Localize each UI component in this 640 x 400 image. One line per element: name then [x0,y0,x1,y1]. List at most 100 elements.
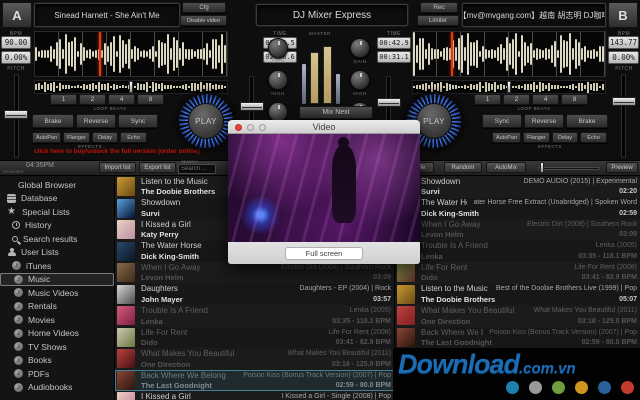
deck-a-brake-button[interactable]: Brake [32,114,74,128]
channel-a-mid-knob[interactable] [268,102,288,122]
sidebar-item-user-lists[interactable]: User Lists [0,246,114,260]
track-row[interactable]: Trouble Is A FriendLenka (2005)Lenka03:3… [395,241,640,263]
track-artist: The Doobie Brothers [421,295,495,304]
volume-slider-thumb[interactable] [540,162,544,173]
deck-b-autopan-button[interactable]: AutoPan [492,132,521,143]
sidebar-item-home-videos[interactable]: ♪Home Videos [0,327,114,341]
maximize-icon[interactable] [259,124,266,131]
random-button[interactable]: Random [444,162,482,173]
deck-a-autopan-button[interactable]: AutoPan [32,132,61,143]
deck-a-loop-1[interactable]: 1 [50,94,77,105]
channel-a-high-knob[interactable] [268,70,288,90]
album-art [117,349,135,368]
sidebar-item-rentals[interactable]: ♪Rentals [0,300,114,314]
sidebar-item-books[interactable]: ♪Books [0,354,114,368]
deck-b-echo-button[interactable]: Echo [580,132,607,143]
track-row[interactable]: When I Go AwayElectric Dirt (2009) | Sou… [115,262,394,284]
mix-next-button[interactable]: Mix Next [299,106,373,119]
track-row[interactable]: ShowdownDEMO AUDIO (2015) | Experimental… [395,176,640,198]
deck-b-loop-1[interactable]: 1 [474,94,501,105]
track-row[interactable]: Trouble Is A FriendLenka (2005)Lenka03:3… [115,305,394,327]
cfg-button[interactable]: Cfg [182,2,226,13]
deck-b-reverse-button[interactable]: Reverse [524,114,564,128]
import-list-button[interactable]: Import list [99,162,136,173]
disable-video-button[interactable]: Disable video [180,15,227,26]
deck-a-sync-button[interactable]: Sync [118,114,158,128]
deck-a-delay-button[interactable]: Delay [92,132,118,143]
deck-a-loop-4[interactable]: 4 [108,94,135,105]
close-icon[interactable] [235,124,242,131]
deck-a-play-button[interactable]: PLAY [188,103,224,139]
channel-a-gain-knob[interactable] [268,38,288,58]
sidebar-item-label: Music Videos [28,288,78,298]
deck-a-loop-2[interactable]: 2 [79,94,106,105]
sidebar-item-music[interactable]: ♪Music [0,273,114,287]
track-row[interactable]: What Makes You BeautifulWhat Makes You B… [395,305,640,327]
sidebar-item-label: Home Videos [28,328,79,338]
minimize-icon[interactable] [247,124,254,131]
track-row[interactable]: Back Where We BelongPoison Kiss (Bonus T… [395,327,640,349]
sidebar-item-special-lists[interactable]: ★Special Lists [0,205,114,219]
star-icon: ★ [7,207,17,216]
sidebar-item-movies[interactable]: ♪Movies [0,313,114,327]
deck-a-jog-wheel[interactable]: PLAY [177,92,235,150]
deck-a-echo-button[interactable]: Echo [120,132,147,143]
export-list-button[interactable]: Export list [139,162,176,173]
deck-a-reverse-button[interactable]: Reverse [76,114,116,128]
sidebar-item-audiobooks[interactable]: ♪Audiobooks [0,381,114,395]
video-window-titlebar[interactable]: Video [228,120,420,134]
deck-b-loop-8[interactable]: 8 [561,94,588,105]
fullscreen-button[interactable]: Full screen [285,247,363,260]
album-art [397,328,415,347]
track-row[interactable]: I Kissed a GirlI Kissed a Girl - Single … [115,391,394,400]
channel-b-high-knob[interactable] [350,70,370,90]
deck-b-pitch-slider[interactable] [621,74,626,158]
sidebar-item-database[interactable]: Database [0,192,114,206]
channel-a-volume-handle[interactable] [240,102,264,111]
track-row[interactable]: DaughtersDaughters - EP (2004) | RockJoh… [115,284,394,306]
deck-a-flanger-button[interactable]: Flanger [63,132,90,143]
track-row[interactable]: Life For RentLife For Rent (2008)Dido03:… [395,262,640,284]
sidebar-item-history[interactable]: History [0,219,114,233]
track-row[interactable]: Back Where We BelongPoison Kiss (Bonus T… [115,370,394,392]
deck-b-brake-button[interactable]: Brake [566,114,608,128]
deck-b-play-button[interactable]: PLAY [416,103,452,139]
track-row[interactable]: When I Go AwayElectric Dirt (2009) | Sou… [395,219,640,241]
sidebar-item-itunes[interactable]: ♪iTunes [0,259,114,273]
deck-b-flanger-button[interactable]: Flanger [523,132,550,143]
preview-button[interactable]: Preview [606,162,638,173]
sidebar-item-search-results[interactable]: Search results [0,232,114,246]
deck-a-loop-8[interactable]: 8 [137,94,164,105]
watermark-dot [529,381,542,394]
track-row[interactable]: What Makes You BeautifulWhat Makes You B… [115,348,394,370]
channel-b-volume-handle[interactable] [377,98,401,107]
sidebar-item-music-videos[interactable]: ♪Music Videos [0,286,114,300]
track-row[interactable]: The Water Horse: Free Extractater Horse … [395,198,640,220]
deck-b-loop-2[interactable]: 2 [503,94,530,105]
sidebar-item-global-browser[interactable]: Global Browser [0,178,114,192]
track-duration: 02:20 [619,188,637,195]
search-input[interactable] [178,164,216,174]
deck-b-delay-button[interactable]: Delay [552,132,578,143]
track-row[interactable]: Listen to the Music (Live)Best of the Do… [395,284,640,306]
deck-b-loop-4[interactable]: 4 [532,94,559,105]
limiter-button[interactable]: Limiter [417,15,459,26]
deck-b-waveform[interactable] [412,31,606,77]
track-row[interactable]: Life For RentLife For Rent (2008)Dido03:… [115,327,394,349]
knob-label-high: HIGH [345,91,375,96]
trial-notice-link[interactable]: click here to buy/unlock the full versio… [34,148,226,155]
sidebar-item-pdfs[interactable]: ♪PDFs [0,367,114,381]
sidebar-item-tv-shows[interactable]: ♪TV Shows [0,340,114,354]
volume-slider[interactable] [538,167,600,170]
track-title: Life For Rent [421,263,467,272]
deck-a-pitch-slider-handle[interactable] [4,110,28,119]
automix-button[interactable]: AutoMix [486,162,526,173]
channel-b-gain-knob[interactable] [350,38,370,58]
deck-b-pitch-slider-handle[interactable] [612,97,636,106]
deck-b-loop-label: LOOP BEATS [494,106,574,111]
track-artist: The Last Goodnight [141,381,212,390]
deck-a-waveform[interactable] [34,31,228,77]
rec-button[interactable]: Rec [420,2,458,13]
track-artist: Dido [421,273,438,282]
deck-b-sync-button[interactable]: Sync [482,114,522,128]
